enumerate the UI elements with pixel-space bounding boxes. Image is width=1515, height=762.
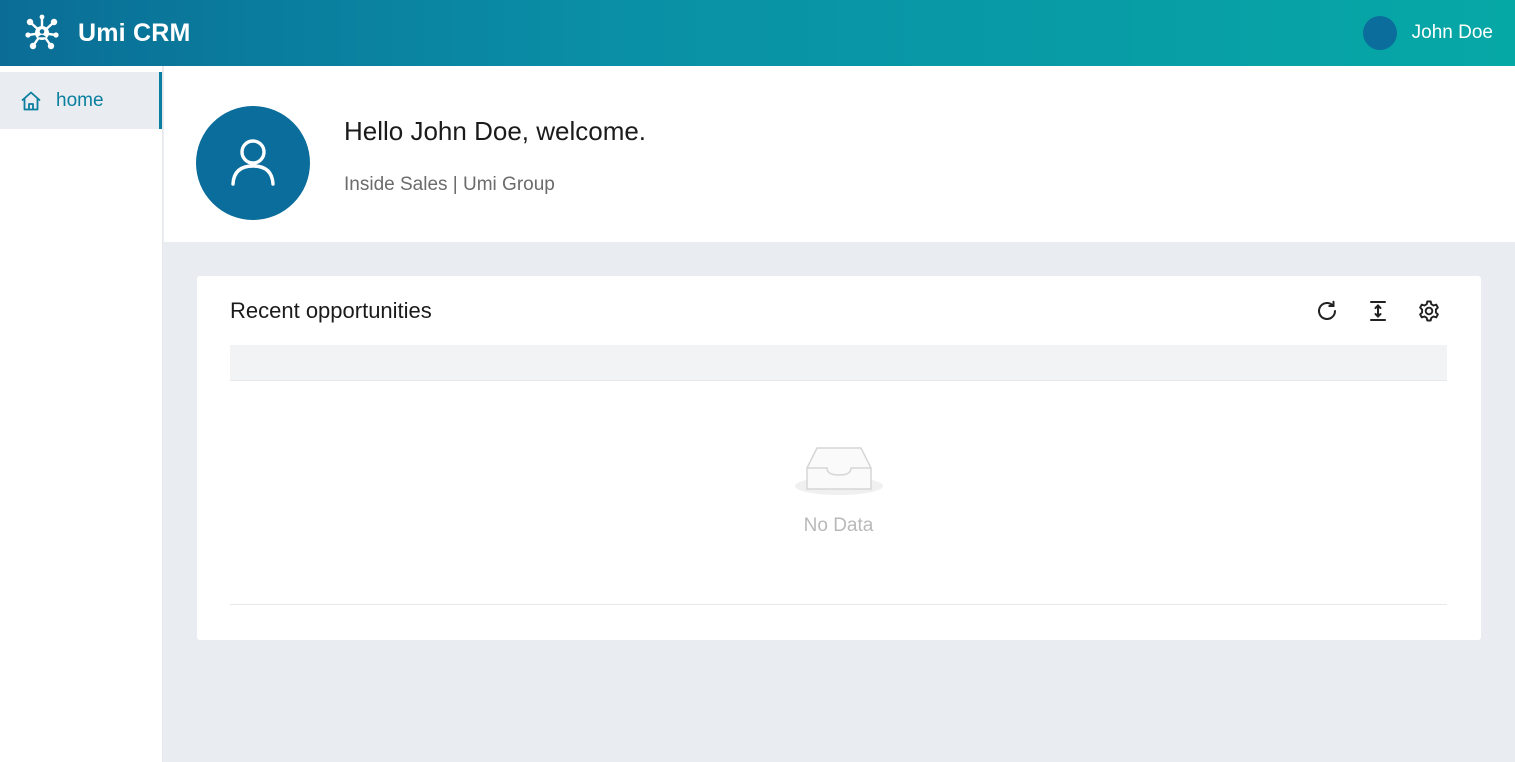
table-header	[230, 345, 1447, 381]
refresh-icon[interactable]	[1314, 298, 1340, 324]
network-logo-icon	[22, 13, 62, 53]
welcome-panel: Hello John Doe, welcome. Inside Sales | …	[164, 66, 1515, 242]
user-avatar	[1362, 16, 1397, 50]
settings-icon[interactable]	[1416, 298, 1442, 324]
top-header: Umi CRM John Doe	[0, 0, 1515, 66]
user-icon	[225, 133, 281, 194]
sidebar-item-home[interactable]: home	[0, 72, 162, 129]
card-title: Recent opportunities	[230, 298, 432, 323]
home-icon	[20, 90, 42, 112]
no-data-text: No Data	[803, 515, 874, 536]
app-title: Umi CRM	[78, 18, 191, 47]
user-menu[interactable]: John Doe	[1362, 0, 1493, 66]
column-height-icon[interactable]	[1365, 298, 1391, 324]
profile-avatar	[196, 106, 310, 220]
empty-state: No Data	[230, 382, 1447, 605]
greeting-text: Hello John Doe, welcome.	[344, 116, 647, 146]
logo-area[interactable]: Umi CRM	[0, 0, 228, 66]
empty-inbox-icon	[793, 439, 885, 505]
recent-opportunities-card: Recent opportunities No Data	[197, 276, 1481, 640]
user-name: John Doe	[1411, 22, 1493, 43]
sidebar-item-label: home	[56, 89, 104, 111]
role-company-text: Inside Sales | Umi Group	[344, 174, 555, 195]
sidebar: home	[0, 66, 163, 762]
